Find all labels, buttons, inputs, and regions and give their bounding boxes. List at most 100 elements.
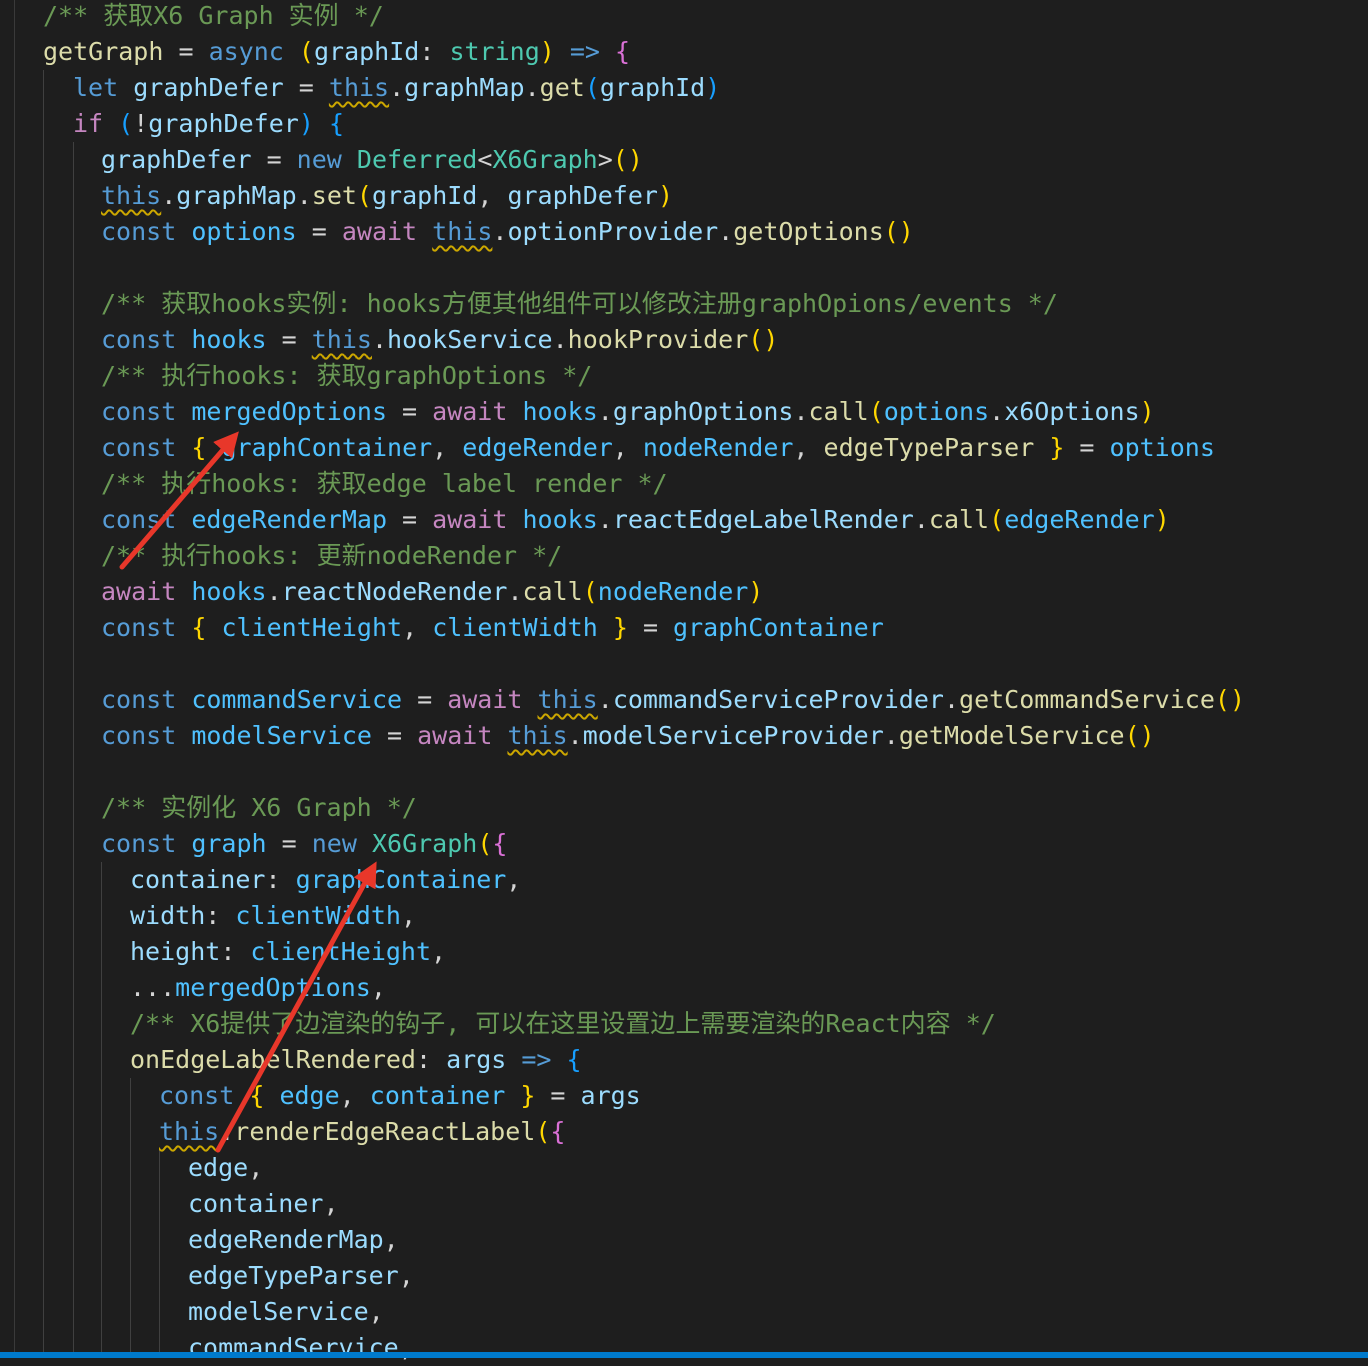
code-line[interactable]: getGraph = async (graphId: string) => {: [43, 34, 630, 70]
code-line[interactable]: /** 执行hooks: 获取graphOptions */: [101, 358, 592, 394]
code-line[interactable]: const { graphContainer, edgeRender, node…: [101, 430, 1215, 466]
code-token: await: [432, 397, 508, 426]
code-token: .: [943, 685, 960, 714]
code-token: (): [883, 217, 914, 246]
code-line[interactable]: width: clientWidth,: [130, 898, 416, 934]
code-token: .: [552, 325, 568, 354]
code-token: this: [507, 721, 568, 750]
code-token: .: [597, 685, 613, 714]
code-token: ,: [400, 901, 417, 930]
code-line[interactable]: /** 执行hooks: 更新nodeRender */: [101, 538, 562, 574]
code-token: commandServiceProvider: [612, 685, 944, 714]
code-line[interactable]: modelService,: [188, 1294, 384, 1330]
code-token: =: [627, 613, 674, 642]
code-token: modelServiceProvider: [582, 721, 884, 750]
code-line[interactable]: const commandService = await this.comman…: [101, 682, 1245, 718]
code-token: {: [249, 1081, 265, 1110]
code-line[interactable]: const hooks = this.hookService.hookProvi…: [101, 322, 778, 358]
code-token: reactNodeRender: [281, 577, 508, 606]
code-line[interactable]: commandService,: [188, 1330, 414, 1366]
code-token: :: [415, 1045, 447, 1074]
code-token: {: [191, 613, 207, 642]
code-token: :: [419, 37, 450, 66]
code-line[interactable]: /** 执行hooks: 获取edge label render */: [101, 466, 668, 502]
code-token: }: [520, 1081, 536, 1110]
code-line[interactable]: await hooks.reactNodeRender.call(nodeRen…: [101, 574, 763, 610]
code-token: width: [130, 901, 206, 930]
code-line[interactable]: this.graphMap.set(graphId, graphDefer): [101, 178, 673, 214]
code-token: this: [537, 685, 598, 714]
code-token: ,: [339, 1081, 370, 1110]
code-line[interactable]: container: graphContainer,: [130, 862, 521, 898]
code-line[interactable]: let graphDefer = this.graphMap.get(graph…: [73, 70, 720, 106]
code-line[interactable]: edge,: [188, 1150, 263, 1186]
code-token: options: [883, 397, 990, 426]
code-line[interactable]: ...mergedOptions,: [130, 970, 386, 1006]
code-line[interactable]: const graph = new X6Graph({: [101, 826, 507, 862]
code-token: onEdgeLabelRendered: [130, 1045, 416, 1074]
code-token: ,: [402, 613, 433, 642]
code-token: edgeRenderMap: [188, 1225, 384, 1254]
code-line[interactable]: this.renderEdgeReactLabel({: [159, 1114, 565, 1150]
code-token: X6Graph: [492, 145, 598, 174]
code-line[interactable]: const edgeRenderMap = await hooks.reactE…: [101, 502, 1170, 538]
code-line[interactable]: const mergedOptions = await hooks.graphO…: [101, 394, 1155, 430]
code-line[interactable]: const modelService = await this.modelSer…: [101, 718, 1155, 754]
code-token: getCommandService: [959, 685, 1215, 714]
code-token: clientHeight: [221, 613, 403, 642]
code-token: (: [989, 505, 1005, 534]
code-token: await: [447, 685, 523, 714]
code-token: const: [101, 217, 177, 246]
code-token: ,: [506, 865, 522, 894]
code-token: graphMap: [404, 73, 525, 102]
code-token: ,: [383, 1225, 399, 1254]
code-token: (): [1124, 721, 1155, 750]
code-token: graph: [191, 829, 267, 858]
code-token: (): [748, 325, 779, 354]
code-token: commandService: [191, 685, 403, 714]
code-token: ,: [248, 1153, 264, 1182]
code-editor[interactable]: /** 获取X6 Graph 实例 */ getGraph = async (gr…: [0, 0, 1368, 1362]
code-line[interactable]: /** X6提供了边渲染的钩子, 可以在这里设置边上需要渲染的React内容 *…: [130, 1006, 996, 1042]
code-token: >: [597, 145, 613, 174]
code-token: graphId: [313, 37, 420, 66]
code-line[interactable]: /** 实例化 X6 Graph */: [101, 790, 417, 826]
code-line[interactable]: edgeTypeParser,: [188, 1258, 414, 1294]
code-token: const: [159, 1081, 235, 1110]
code-line[interactable]: edgeRenderMap,: [188, 1222, 399, 1258]
code-token: ,: [612, 433, 643, 462]
code-token: edgeTypeParser: [823, 433, 1035, 462]
code-line[interactable]: if (!graphDefer) {: [73, 106, 344, 142]
code-line[interactable]: const { edge, container } = args: [159, 1078, 641, 1114]
code-token: (): [1214, 685, 1245, 714]
code-token: .: [296, 181, 312, 210]
code-token: container: [130, 865, 266, 894]
code-token: call: [928, 505, 990, 534]
code-token: height: [130, 937, 221, 966]
code-token: (: [582, 577, 598, 606]
code-line[interactable]: graphDefer = new Deferred<X6Graph>(): [101, 142, 643, 178]
code-token: =: [535, 1081, 581, 1110]
code-token: /** 实例化 X6 Graph */: [101, 793, 417, 822]
code-line[interactable]: height: clientHeight,: [130, 934, 446, 970]
code-token: {: [566, 1045, 582, 1074]
code-line[interactable]: const { clientHeight, clientWidth } = gr…: [101, 610, 884, 646]
code-line[interactable]: /** 获取hooks实例: hooks方便其他组件可以修改注册graphOpi…: [101, 286, 1058, 322]
code-line[interactable]: const options = await this.optionProvide…: [101, 214, 914, 250]
code-token: graphDefer: [101, 145, 252, 174]
code-token: options: [191, 217, 297, 246]
code-token: /** 获取X6 Graph 实例 */: [43, 1, 384, 30]
code-token: const: [101, 721, 177, 750]
code-line[interactable]: onEdgeLabelRendered: args => {: [130, 1042, 582, 1078]
code-token: .: [371, 325, 388, 354]
code-line[interactable]: container,: [188, 1186, 339, 1222]
code-line[interactable]: /** 获取X6 Graph 实例 */: [43, 0, 384, 34]
